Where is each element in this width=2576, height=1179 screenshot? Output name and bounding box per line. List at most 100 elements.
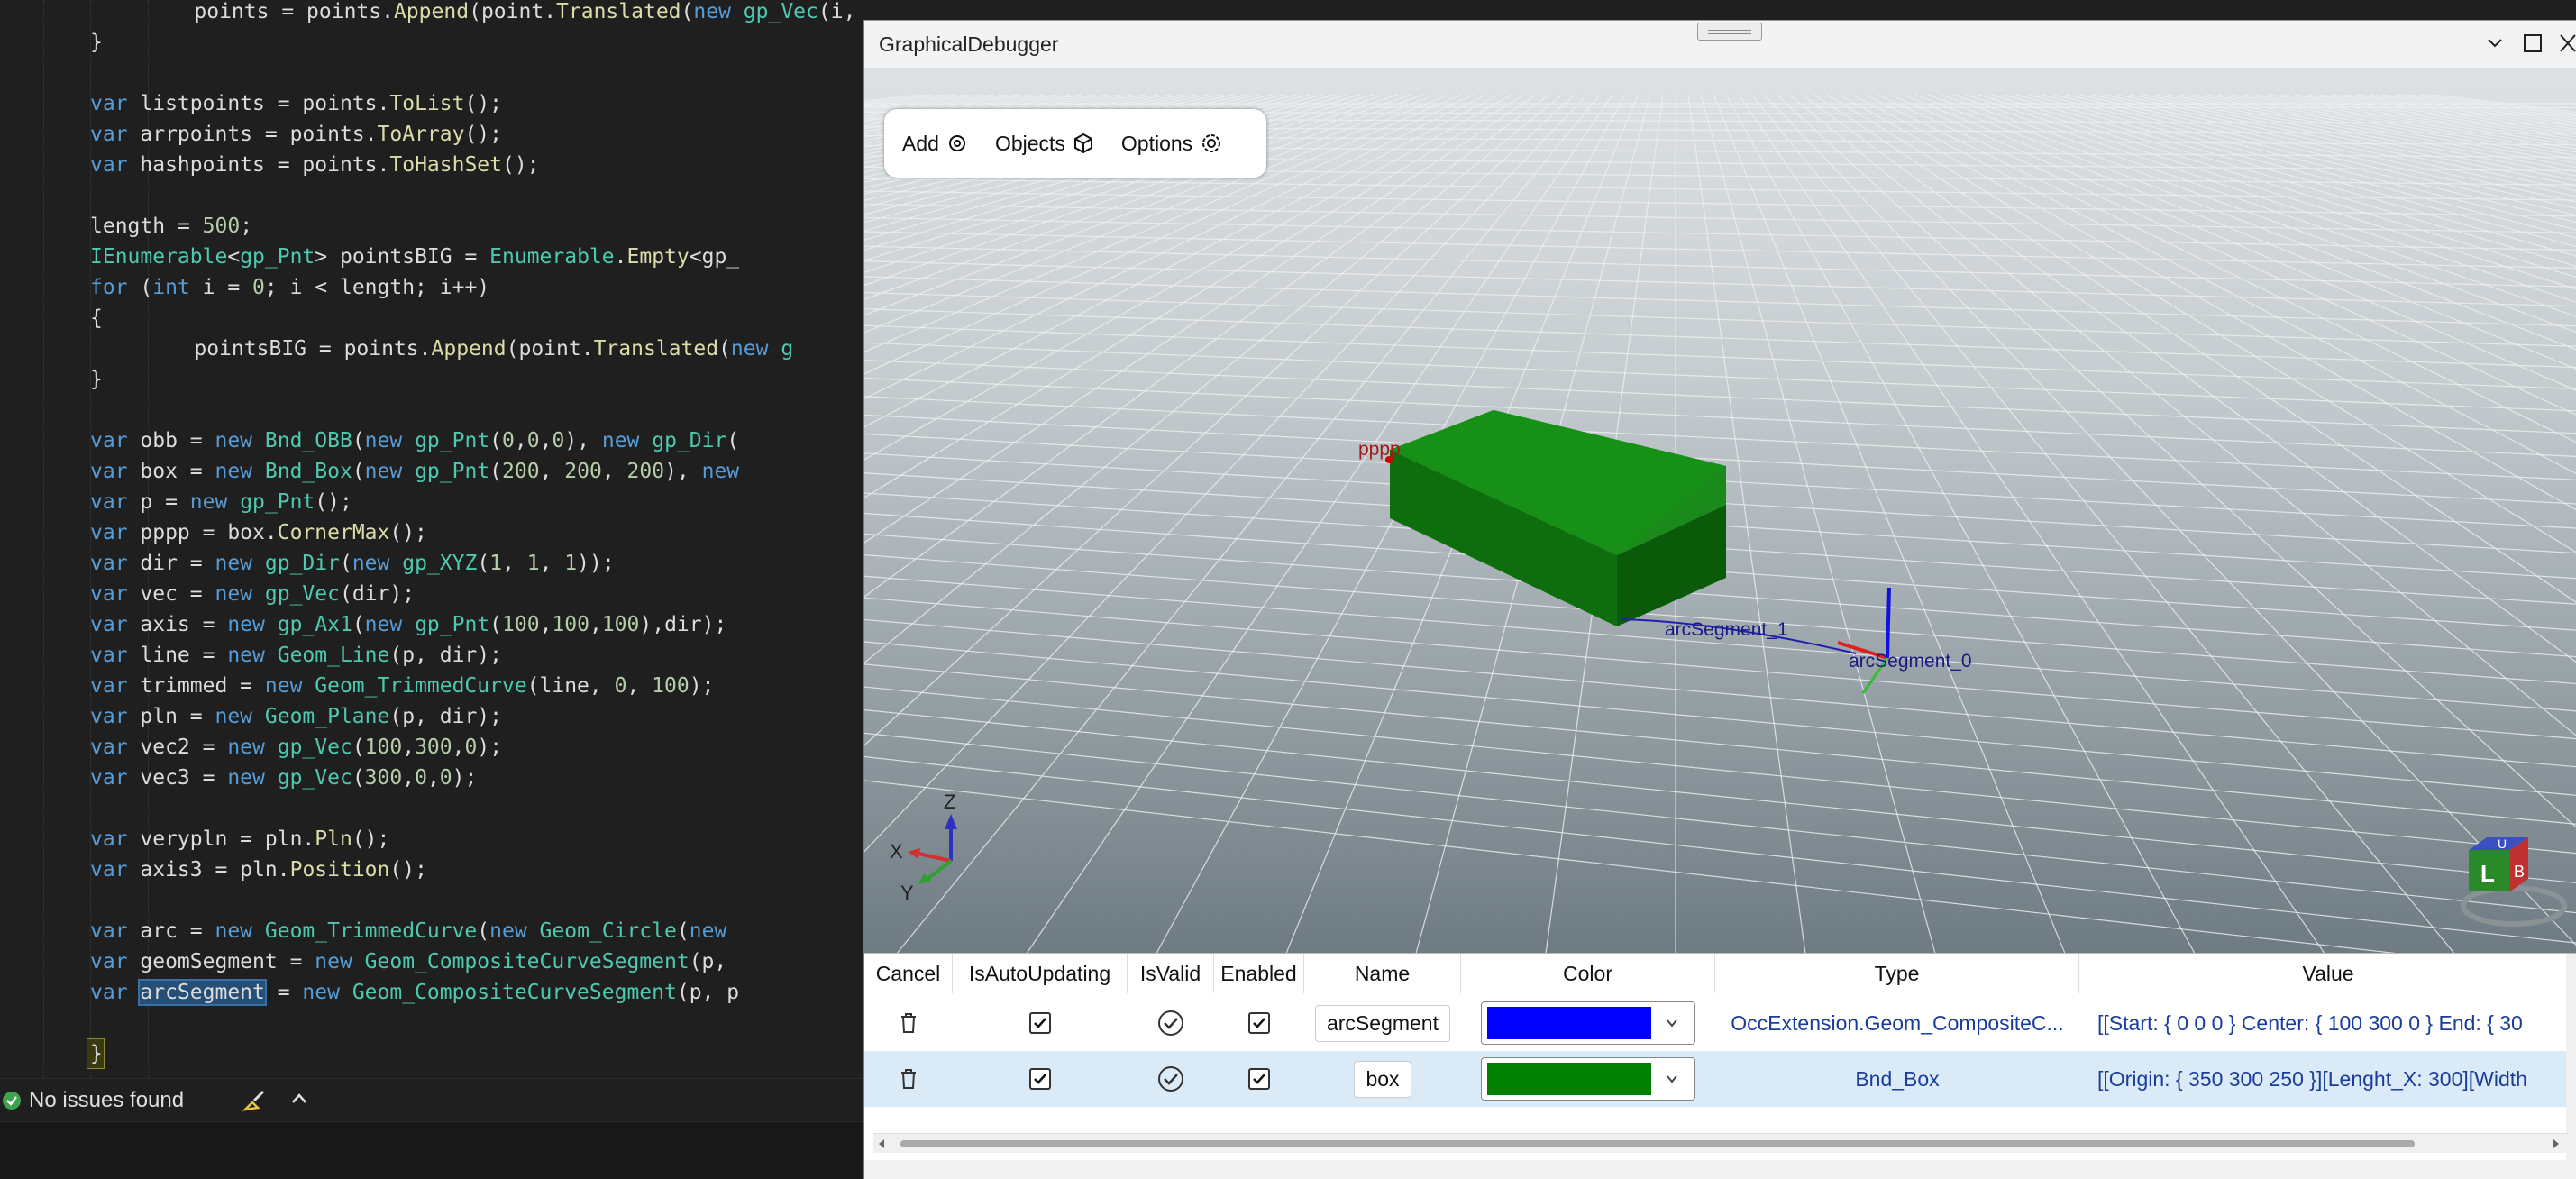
add-menu[interactable]: Add <box>902 132 968 156</box>
code-token: Geom_TrimmedCurve <box>264 919 478 943</box>
code-line[interactable]: var vec = new gp_Vec(dir); <box>90 579 863 609</box>
code-editor[interactable]: points = points.Append(point.Translated(… <box>0 0 863 1078</box>
code-token: (); <box>389 521 427 544</box>
type-cell: Bnd_Box <box>1855 1066 1940 1091</box>
code-token: = <box>177 705 215 728</box>
close-icon[interactable] <box>2559 33 2576 53</box>
horizontal-scrollbar[interactable] <box>873 1133 2568 1153</box>
code-line[interactable]: length = 500; <box>90 211 863 242</box>
code-line[interactable]: var hashpoints = points.ToHashSet(); <box>90 150 863 180</box>
name-field[interactable]: arcSegment <box>1314 1004 1450 1042</box>
editor-status-bar: No issues found <box>0 1078 863 1121</box>
code-line[interactable] <box>90 885 863 916</box>
code-token: = <box>277 950 315 973</box>
color-picker[interactable] <box>1481 1001 1695 1045</box>
code-token: points <box>194 0 269 23</box>
code-line[interactable]: var verypln = pln.Pln(); <box>90 824 863 855</box>
chevron-down-icon[interactable] <box>2487 37 2503 50</box>
brush-cleanup-icon[interactable] <box>242 1088 267 1113</box>
code-token: gp_XYZ <box>402 552 478 575</box>
table-row[interactable]: box Bnd_Box [[Origin: { 350 300 250 }][L… <box>864 1051 2576 1107</box>
code-token: var <box>90 766 141 790</box>
column-header-type[interactable]: Type <box>1715 954 2079 993</box>
code-token: = <box>177 919 215 943</box>
code-token: var <box>90 858 141 882</box>
table-row[interactable]: arcSegment OccExtension.Geom_CompositeC.… <box>864 995 2576 1051</box>
column-header-enabled[interactable]: Enabled <box>1214 954 1304 993</box>
code-line[interactable]: var pln = new Geom_Plane(p, dir); <box>90 701 863 732</box>
code-line[interactable]: var trimmed = new Geom_TrimmedCurve(line… <box>90 671 863 701</box>
code-line[interactable]: points = points.Append(point.Translated(… <box>144 0 863 27</box>
code-line[interactable]: var p = new gp_Pnt(); <box>90 487 863 517</box>
code-line[interactable]: var listpoints = points.ToList(); <box>90 88 863 119</box>
code-line[interactable]: var obb = new Bnd_OBB(new gp_Pnt(0,0,0),… <box>90 425 863 456</box>
column-header-isautoupdating[interactable]: IsAutoUpdating <box>953 954 1128 993</box>
code-token: ( <box>506 337 519 361</box>
code-token: { <box>90 306 103 330</box>
code-line[interactable]: } <box>90 364 863 395</box>
code-line[interactable] <box>90 1008 863 1038</box>
code-line[interactable]: } <box>90 27 863 58</box>
code-line[interactable]: pointsBIG = points.Append(point.Translat… <box>144 334 863 364</box>
color-picker[interactable] <box>1481 1057 1695 1101</box>
3d-scene[interactable]: pppp arcSegment_1 arcSegment_0 Z X Y L B… <box>864 68 2576 953</box>
code-line[interactable] <box>90 793 863 824</box>
code-token: 100 <box>364 736 403 759</box>
code-line[interactable] <box>90 180 863 211</box>
code-token: pln <box>140 705 178 728</box>
scroll-left-icon[interactable] <box>877 1138 886 1149</box>
code-text[interactable]: points = points.Append(point.Translated(… <box>90 0 863 1069</box>
objects-menu[interactable]: Objects <box>995 132 1094 156</box>
code-line[interactable]: var pppp = box.CornerMax(); <box>90 517 863 548</box>
code-line[interactable]: var line = new Geom_Line(p, dir); <box>90 640 863 671</box>
enabled-checkbox[interactable] <box>1248 1012 1270 1034</box>
isautoupdating-checkbox[interactable] <box>1029 1068 1051 1090</box>
code-line[interactable]: IEnumerable<gp_Pnt> pointsBIG = Enumerab… <box>90 242 863 272</box>
scrollbar-thumb[interactable] <box>900 1140 2415 1147</box>
options-menu[interactable]: Options <box>1121 132 1223 156</box>
drag-handle[interactable] <box>1697 23 1762 41</box>
code-line[interactable]: var geomSegment = new Geom_CompositeCurv… <box>90 946 863 977</box>
column-header-name[interactable]: Name <box>1304 954 1461 993</box>
code-line[interactable]: var vec2 = new gp_Vec(100,300,0); <box>90 732 863 763</box>
code-token: new <box>302 981 352 1004</box>
code-line[interactable]: } <box>90 1038 863 1069</box>
column-header-isvalid[interactable]: IsValid <box>1128 954 1214 993</box>
column-header-cancel[interactable]: Cancel <box>864 954 953 993</box>
code-line[interactable]: var box = new Bnd_Box(new gp_Pnt(200, 20… <box>90 456 863 487</box>
axis-y-label: Y <box>900 882 914 904</box>
code-line[interactable]: var dir = new gp_Dir(new gp_XYZ(1, 1, 1)… <box>90 548 863 579</box>
code-line[interactable] <box>90 395 863 425</box>
code-token: Geom_Line <box>277 644 390 667</box>
code-token: new <box>215 919 265 943</box>
column-header-value[interactable]: Value <box>2079 954 2576 993</box>
vertical-scrollbar[interactable] <box>2566 954 2576 1161</box>
issues-indicator[interactable]: No issues found <box>2 1088 184 1113</box>
column-header-color[interactable]: Color <box>1461 954 1715 993</box>
window-titlebar[interactable]: GraphicalDebugger <box>864 21 2576 68</box>
chevron-up-icon[interactable] <box>290 1092 308 1106</box>
code-token: pln <box>240 858 278 882</box>
code-token: , <box>402 766 416 790</box>
scroll-right-icon[interactable] <box>2552 1138 2561 1149</box>
delete-button[interactable] <box>864 995 953 1051</box>
code-line[interactable]: var arcSegment = new Geom_CompositeCurve… <box>90 977 863 1008</box>
code-line[interactable]: var arc = new Geom_TrimmedCurve(new Geom… <box>90 916 863 946</box>
enabled-checkbox[interactable] <box>1248 1068 1270 1090</box>
code-line[interactable]: for (int i = 0; i < length; i++) <box>90 272 863 303</box>
code-line[interactable]: var arrpoints = points.ToArray(); <box>90 119 863 150</box>
name-field[interactable]: box <box>1354 1060 1411 1098</box>
code-line[interactable]: var axis = new gp_Ax1(new gp_Pnt(100,100… <box>90 609 863 640</box>
code-line[interactable]: { <box>90 303 863 334</box>
code-line[interactable]: var axis3 = pln.Position(); <box>90 855 863 885</box>
isautoupdating-checkbox[interactable] <box>1029 1012 1051 1034</box>
chevron-down-icon <box>1667 1019 1677 1028</box>
code-token: Bnd_OBB <box>264 429 352 452</box>
code-token: . <box>277 858 290 882</box>
code-token: , <box>539 460 565 483</box>
delete-button[interactable] <box>864 1051 953 1107</box>
code-line[interactable]: var vec3 = new gp_Vec(300,0,0); <box>90 763 863 793</box>
code-line[interactable] <box>90 58 863 88</box>
maximize-icon[interactable] <box>2523 33 2543 53</box>
3d-viewport[interactable]: pppp arcSegment_1 arcSegment_0 Z X Y L B… <box>864 68 2576 953</box>
